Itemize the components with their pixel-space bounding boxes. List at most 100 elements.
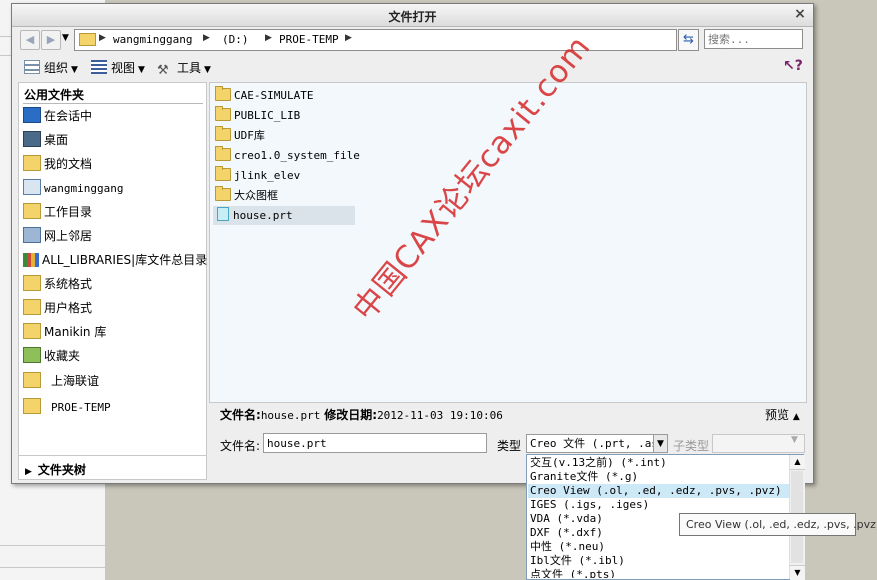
dialog-title: 文件打开 (388, 10, 437, 24)
chevron-right-icon: ▶ (25, 467, 32, 477)
filename-input[interactable] (263, 433, 487, 453)
folder-tree-toggle[interactable]: ▶ 文件夹树 (25, 461, 86, 478)
type-label: 类型 (497, 439, 522, 453)
info-modified: 2012-11-03 19:10:06 (377, 409, 503, 422)
chevron-right-icon: ▶ (203, 33, 210, 43)
sidebar-item-desktop[interactable]: 桌面 (23, 131, 68, 151)
chevron-down-icon: ▼ (138, 65, 145, 75)
scroll-up-icon[interactable]: ▲ (790, 455, 805, 470)
chevron-up-icon: ▲ (792, 412, 800, 422)
dropdown-option-highlighted[interactable]: Creo View (.ol, .ed, .edz, .pvs, .pvz) (528, 484, 790, 498)
sidebar-item-manikin-library[interactable]: Manikin 库 (23, 323, 106, 343)
dropdown-option[interactable]: 中性 (*.neu) (528, 540, 790, 554)
info-filename-label: 文件名: (220, 408, 261, 422)
tools-icon: ⚒ (157, 63, 169, 78)
tooltip: Creo View (.ol, .ed, .edz, .pvs, .pvz) (679, 513, 877, 536)
network-icon (23, 227, 41, 243)
folder-icon (23, 372, 41, 388)
list-item[interactable]: PUBLIC_LIB (213, 106, 355, 125)
tools-menu[interactable]: ⚒ 工具 ▼ (157, 59, 211, 78)
file-info-bar: 文件名:house.prt 修改日期:2012-11-03 19:10:06 (220, 406, 503, 423)
sidebar-item-all-libraries[interactable]: ALL_LIBRARIES|库文件总目录 (23, 251, 207, 271)
view-list-icon (91, 60, 107, 74)
chevron-down-icon: ▼ (791, 435, 798, 445)
list-item[interactable]: creo1.0_system_file (213, 146, 360, 165)
folder-icon (215, 106, 231, 121)
tools-label: 工具 (177, 61, 202, 75)
folder-icon (23, 275, 41, 291)
folder-icon (215, 166, 231, 181)
chevron-down-icon[interactable]: ▼ (653, 434, 668, 453)
folder-icon (23, 299, 41, 315)
list-item[interactable]: UDF库 (213, 126, 355, 145)
folder-icon (23, 398, 41, 414)
dropdown-option[interactable]: 交互(v.13之前) (*.int) (528, 456, 790, 470)
folder-icon (23, 323, 41, 339)
sidebar-item-network[interactable]: 网上邻居 (23, 227, 92, 247)
sidebar-item-favorites[interactable]: 收藏夹 (23, 347, 80, 367)
favorites-icon (23, 347, 41, 363)
folder-icon (215, 86, 231, 101)
folder-icon (215, 146, 231, 161)
common-folders-title: 公用文件夹 (24, 88, 85, 102)
file-type-select[interactable]: Creo 文件 (.prt, .as (526, 434, 668, 453)
folder-icon (215, 186, 231, 201)
sidebar-item-user-formats[interactable]: 用户格式 (23, 299, 92, 319)
background-divider (0, 545, 105, 546)
sidebar-item-in-session[interactable]: 在会话中 (23, 107, 92, 127)
dropdown-option[interactable]: IGES (.igs, .iges) (528, 498, 790, 512)
history-dropdown-icon[interactable]: ▼ (62, 33, 69, 43)
breadcrumb-computer[interactable]: wangminggang (113, 33, 192, 46)
part-file-icon (217, 207, 229, 221)
folder-icon (79, 33, 96, 46)
folder-icon (215, 126, 231, 141)
context-help-icon[interactable]: ↖? (783, 58, 803, 74)
dropdown-option[interactable]: Ibl文件 (*.ibl) (528, 554, 790, 568)
organize-menu[interactable]: 组织 ▼ (24, 59, 78, 77)
panel-divider (23, 103, 203, 104)
view-label: 视图 (111, 61, 136, 75)
subtype-label: 子类型 (673, 439, 710, 453)
breadcrumb-folder[interactable]: PROE-TEMP (279, 33, 339, 46)
my-documents-icon (23, 155, 41, 171)
panel-divider (19, 455, 206, 456)
organize-icon (24, 60, 40, 74)
sidebar-item-computer[interactable]: wangminggang (23, 179, 123, 199)
scroll-down-icon[interactable]: ▼ (790, 565, 805, 580)
chevron-down-icon: ▼ (204, 65, 211, 75)
sidebar-item-shanghai-lianyi[interactable]: 上海联谊 (23, 372, 99, 392)
filename-label: 文件名: (220, 439, 261, 453)
back-arrow-icon[interactable]: ◀ (20, 30, 40, 50)
list-item[interactable]: CAE-SIMULATE (213, 86, 355, 105)
computer-icon (23, 179, 41, 195)
common-folders-panel: 公用文件夹 在会话中 桌面 我的文档 wangminggang 工作目录 网上邻… (18, 82, 207, 480)
library-icon (23, 253, 39, 267)
chevron-down-icon: ▼ (71, 65, 78, 75)
background-divider (0, 567, 105, 568)
session-icon (23, 107, 41, 123)
close-icon[interactable]: × (792, 6, 808, 22)
list-item[interactable]: jlink_elev (213, 166, 355, 185)
dialog-titlebar: 文件打开 × (12, 4, 813, 27)
working-directory-icon (23, 203, 41, 219)
dropdown-option[interactable]: Granite文件 (*.g) (528, 470, 790, 484)
list-item[interactable]: 大众图框 (213, 186, 355, 205)
breadcrumb-drive[interactable]: (D:) (222, 33, 249, 46)
preview-toggle[interactable]: 预览 ▲ (765, 406, 800, 423)
chevron-right-icon: ▶ (345, 33, 352, 43)
list-item-selected[interactable]: house.prt (213, 206, 355, 225)
chevron-right-icon: ▶ (99, 33, 106, 43)
search-input[interactable] (704, 29, 803, 49)
info-modified-label: 修改日期: (324, 408, 378, 422)
sidebar-item-working-directory[interactable]: 工作目录 (23, 203, 92, 223)
chevron-right-icon: ▶ (265, 33, 272, 43)
sidebar-item-proe-temp[interactable]: PROE-TEMP (23, 398, 111, 418)
refresh-icon[interactable]: ⇆ (678, 29, 699, 51)
sidebar-item-system-formats[interactable]: 系统格式 (23, 275, 92, 295)
view-menu[interactable]: 视图 ▼ (91, 59, 145, 77)
sidebar-item-my-documents[interactable]: 我的文档 (23, 155, 92, 175)
organize-label: 组织 (44, 61, 69, 75)
forward-arrow-icon[interactable]: ▶ (41, 30, 61, 50)
info-filename: house.prt (260, 409, 321, 422)
dropdown-option[interactable]: 点文件 (*.pts) (528, 568, 790, 578)
